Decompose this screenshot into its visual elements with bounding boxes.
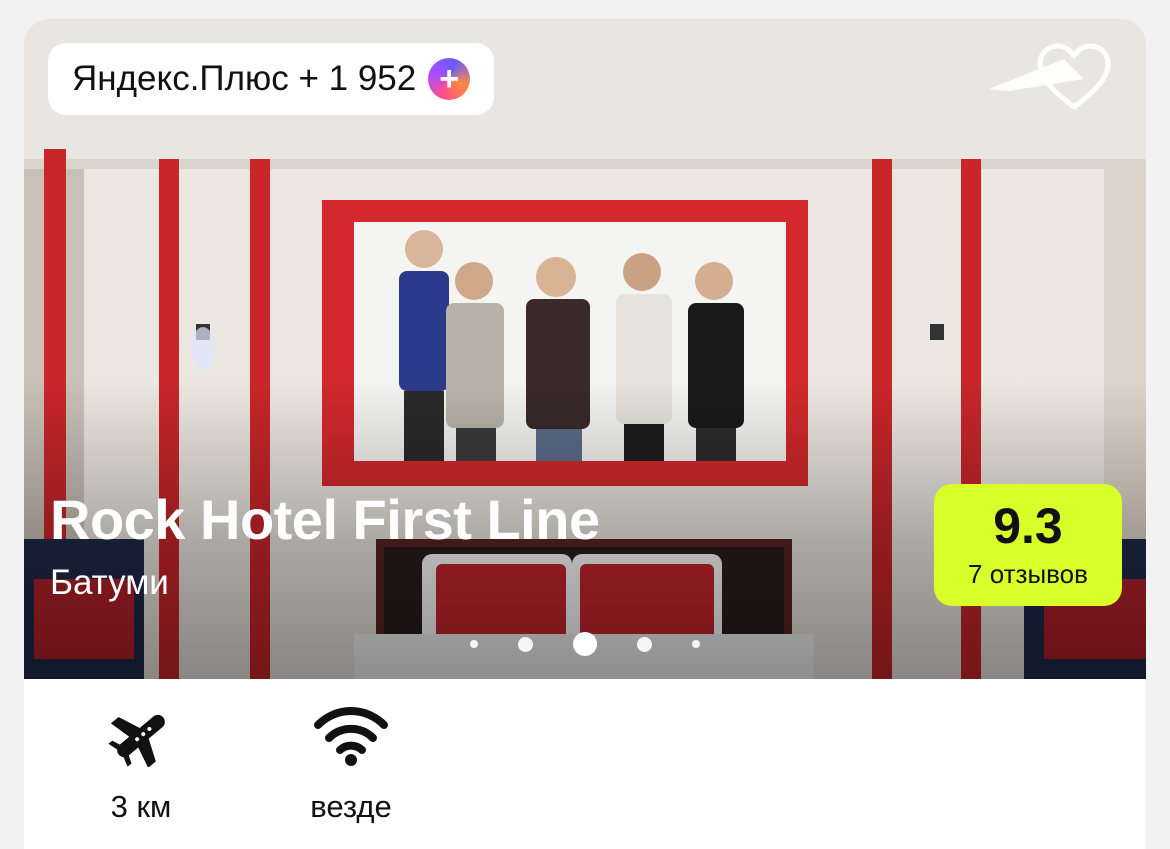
yandex-plus-icon: + [428, 58, 471, 100]
amenity-label: везде [310, 789, 392, 824]
reviews-count: 7 отзывов [968, 558, 1088, 589]
wifi-icon [314, 707, 388, 766]
hotel-name[interactable]: Rock Hotel First Line [50, 487, 600, 552]
carousel-dot-active[interactable] [573, 632, 597, 656]
amenity-label: 3 км [110, 789, 172, 824]
carousel-dot[interactable] [470, 640, 478, 648]
amenity-distance: 3 км [61, 705, 221, 825]
carousel-dot[interactable] [637, 636, 652, 652]
hotel-city: Батуми [50, 563, 169, 602]
airplane-icon [108, 714, 165, 767]
carousel-dots [24, 629, 1146, 659]
hotel-card[interactable]: Яндекс.Плюс + 1 952 + Rock Hotel First L… [24, 19, 1146, 849]
amenity-wifi: везде [271, 705, 431, 825]
carousel-dot[interactable] [518, 636, 533, 652]
carousel-dot[interactable] [692, 640, 700, 648]
plus-badge-label: Яндекс.Плюс + 1 952 [72, 59, 417, 98]
hotel-photo-carousel[interactable]: Яндекс.Плюс + 1 952 + Rock Hotel First L… [24, 19, 1146, 679]
heart-icon[interactable] [1036, 43, 1112, 113]
yandex-plus-badge[interactable]: Яндекс.Плюс + 1 952 + [48, 43, 495, 115]
rating-score: 9.3 [993, 498, 1063, 555]
rating-badge[interactable]: 9.3 7 отзывов [934, 484, 1122, 606]
